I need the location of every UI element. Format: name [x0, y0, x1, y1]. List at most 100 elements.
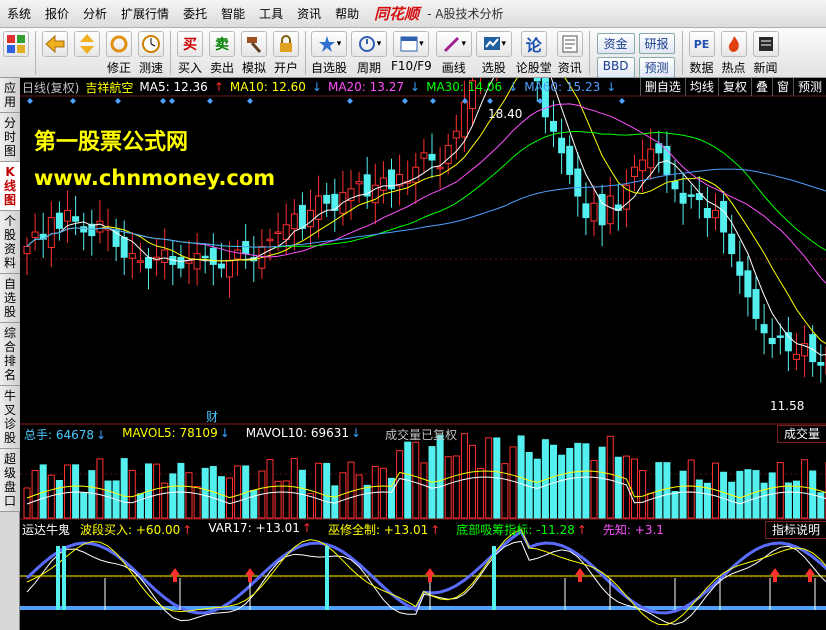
menu-news[interactable]: 资讯 — [290, 5, 328, 22]
forecast-button[interactable]: 预测 — [638, 57, 675, 78]
hotspot-button[interactable]: 热点 — [720, 31, 748, 76]
stock-picker-label: 选股 — [481, 61, 506, 75]
volume-bar-down — [784, 482, 792, 519]
arrow-up-icon: ↑ — [576, 522, 587, 537]
menu-trade[interactable]: 委托 — [176, 5, 214, 22]
headline-news-button[interactable]: 新闻 — [752, 31, 780, 76]
clock-icon — [138, 31, 164, 57]
candle-down — [752, 289, 760, 319]
candle-up — [315, 195, 323, 220]
updown-arrow-icon — [74, 31, 100, 57]
candle-down — [736, 261, 744, 276]
indicator-signal-bar — [492, 546, 496, 610]
research-button[interactable]: 研报 — [638, 33, 675, 54]
volume-bar-up — [590, 459, 598, 519]
candle-down — [744, 270, 752, 298]
indicator-oscillator — [25, 529, 826, 615]
tab-super-board[interactable]: 超级盘口 — [0, 449, 20, 512]
buy-button[interactable]: 买 买入 — [176, 31, 204, 76]
volume-bar-up — [234, 465, 242, 519]
event-marker — [619, 98, 625, 104]
stock-picker-button[interactable]: ▾ 选股 — [475, 31, 512, 76]
speedtest-button[interactable]: 测速 — [137, 31, 165, 76]
tab-ranking[interactable]: 综合排名 — [0, 323, 20, 386]
tab-watchlist[interactable]: 自选股 — [0, 274, 20, 323]
volume-bar-up — [274, 480, 282, 519]
volume-bar-down — [55, 479, 63, 519]
bbd-button[interactable]: BBD — [596, 57, 635, 78]
volume-bar-down — [436, 434, 444, 519]
menu-smart[interactable]: 智能 — [214, 5, 252, 22]
volume-bar-up — [290, 458, 298, 519]
updown-button[interactable] — [73, 31, 101, 57]
open-account-button[interactable]: 开户 — [272, 31, 300, 76]
finance-marker[interactable]: 财 — [206, 408, 218, 425]
indicator-legend: 波段买入: +60.00 ↑ VAR17: +13.01 ↑ 巫修全制: +13.01 ↑… — [76, 521, 670, 538]
drawline-label: 画线 — [441, 61, 466, 75]
period-label: 日线(复权) — [22, 80, 80, 95]
event-marker — [70, 98, 76, 104]
menu-tools[interactable]: 工具 — [252, 5, 290, 22]
volume-bar-down — [550, 444, 557, 519]
candle-up — [266, 238, 274, 242]
tab-apps[interactable]: 应用 — [0, 78, 20, 113]
toolbar-separator — [170, 31, 171, 75]
revise-button[interactable]: 修正 — [105, 31, 133, 76]
volume-bar-up — [347, 461, 355, 519]
kline-chart-area[interactable]: 日线(复权) 吉祥航空 MA5: 12.36 ↑ MA10: 12.60 ↓ MA20:… — [20, 78, 826, 630]
candle-down — [679, 192, 687, 204]
candle-down — [776, 335, 784, 338]
candle-up — [412, 166, 420, 183]
candle-down — [72, 216, 80, 222]
candle-up — [307, 209, 314, 228]
f10-button[interactable]: ▾ F10/F9 — [391, 31, 432, 73]
menu-quote[interactable]: 报价 — [38, 5, 76, 22]
menu-help[interactable]: 帮助 — [328, 5, 366, 22]
tab-diagnosis[interactable]: 牛叉诊股 — [0, 386, 20, 449]
forum-button[interactable]: 论 论股堂 — [516, 31, 552, 76]
volume-bar-up — [801, 459, 809, 519]
back-button[interactable] — [41, 31, 69, 57]
indicator-legend-item: 底部吸筹指标: -11.28 ↑ — [456, 522, 587, 537]
volume-legend: 总手: 64678 ↓ MAVOL5: 78109 ↓ MAVOL10: 69631 ↓ — [20, 426, 373, 443]
menu-system[interactable]: 系统 — [0, 5, 38, 22]
hotspot-label: 热点 — [721, 61, 746, 75]
volume-bar-down — [582, 443, 590, 519]
news-label: 资讯 — [557, 61, 582, 75]
data-button[interactable]: PE 数据 — [688, 31, 716, 76]
indicator-help-label[interactable]: 指标说明 — [764, 521, 826, 539]
tab-stock-profile[interactable]: 个股资料 — [0, 211, 20, 274]
period-button[interactable]: ▾ 周期 — [351, 31, 388, 76]
buy-label: 买入 — [177, 61, 202, 75]
overlay-button[interactable]: 叠 — [750, 78, 772, 96]
arrow-down-icon: ↓ — [410, 80, 421, 94]
buy-signal-arrow — [575, 568, 585, 582]
news-button[interactable]: 资讯 — [556, 31, 584, 76]
window-button[interactable]: 窗 — [771, 78, 793, 96]
watchlist-button[interactable]: ▾ 自选股 — [311, 31, 347, 76]
remove-watchlist-button[interactable]: 删自选 — [639, 78, 685, 96]
star-icon: ▾ — [311, 31, 347, 57]
adjust-button[interactable]: 复权 — [717, 78, 751, 96]
stock-name: 吉祥航空 — [85, 80, 134, 95]
layout-button[interactable] — [2, 31, 30, 57]
event-marker — [347, 98, 353, 104]
forecast-chart-button[interactable]: 预测 — [792, 78, 826, 96]
tab-kline[interactable]: K线图 — [0, 162, 20, 211]
volume-panel-label[interactable]: 成交量 — [776, 425, 826, 443]
chart-right-buttons: 删自选 均线 复权 叠 窗 预测 — [639, 78, 826, 96]
simulate-button[interactable]: 模拟 — [240, 31, 268, 76]
forum-label: 论股堂 — [515, 61, 552, 75]
ma-button[interactable]: 均线 — [684, 78, 718, 96]
drawline-button[interactable]: ▾ 画线 — [435, 31, 472, 76]
tab-intraday[interactable]: 分时图 — [0, 113, 20, 162]
menu-extended-quote[interactable]: 扩展行情 — [114, 5, 176, 22]
candle-down — [550, 120, 557, 132]
candle-up — [452, 130, 460, 139]
volume-bar-up — [606, 435, 614, 519]
ma-legend-item: MA10: 12.60 ↓ — [230, 80, 322, 94]
menu-analysis[interactable]: 分析 — [76, 5, 114, 22]
fund-button[interactable]: 资金 — [596, 33, 635, 54]
chart-canvas[interactable] — [20, 78, 826, 630]
sell-button[interactable]: 卖 卖出 — [208, 31, 236, 76]
